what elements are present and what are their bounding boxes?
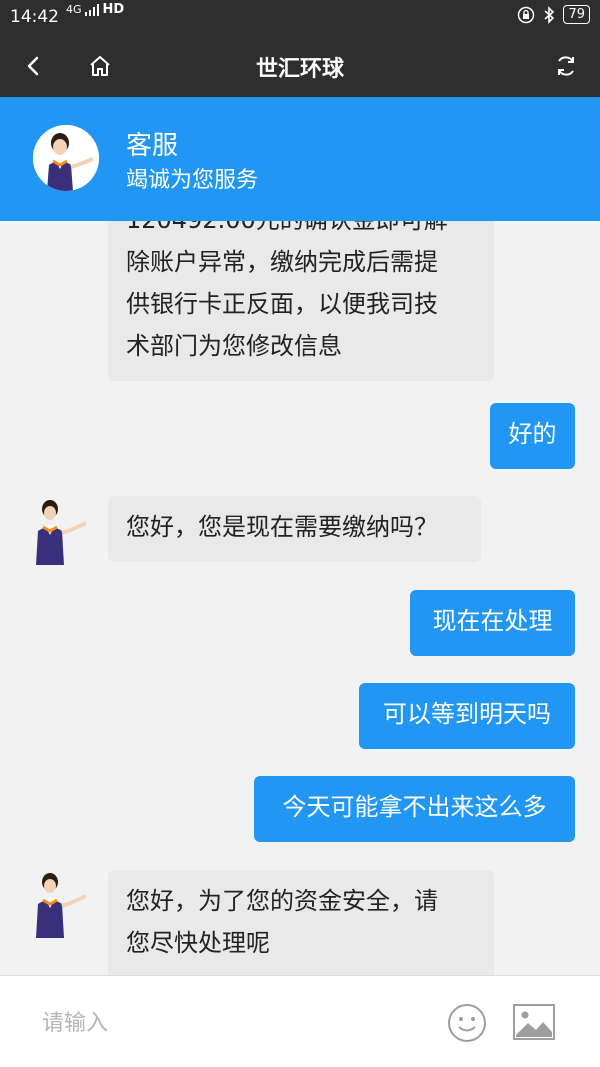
lock-icon [518,6,535,23]
message-text: 好的 [508,420,557,448]
signal-icon [85,4,100,16]
image-icon [513,1004,555,1040]
agent-avatar-image [36,873,87,938]
hd-indicator: HD [102,2,125,17]
message-text: 今天可能拿不出来这么多 [282,793,547,821]
message-line: 术部门为您修改信息 [126,332,342,360]
emoji-icon [448,1004,486,1042]
message-text: 现在在处理 [432,607,553,635]
message-incoming: 您好，为了您的资金安全，请 您尽快处理呢 [108,870,494,975]
message-incoming: 您好，您是现在需要缴纳吗？ [108,496,481,562]
bluetooth-icon [544,5,555,24]
agent-avatar-image [36,500,87,565]
message-outgoing: 可以等到明天吗 [359,683,575,749]
message-line: 120492.00元的确认金即可解 [126,221,476,241]
agent-avatar-small[interactable] [28,495,90,565]
message-outgoing: 今天可能拿不出来这么多 [254,776,575,842]
network-indicator: 4G HD [66,2,125,17]
status-time: 14:42 [10,7,59,27]
agent-name: 客服 [126,131,179,161]
message-outgoing: 现在在处理 [410,590,575,656]
status-bar: 14:42 4G HD 79 [0,0,600,34]
message-text: 可以等到明天吗 [383,700,551,728]
agent-avatar-small[interactable] [28,868,90,938]
message-line: 您尽快处理呢 [126,929,270,957]
emoji-button[interactable] [446,1002,488,1044]
message-line: 您好，为了您的资金安全，请 [126,887,438,915]
message-outgoing: 好的 [490,403,575,469]
refresh-icon [558,56,574,76]
input-bar [0,975,600,1067]
network-type: 4G [66,3,82,16]
agent-avatar[interactable] [33,125,99,191]
refresh-button[interactable] [550,50,582,82]
message-text: 您好，您是现在需要缴纳吗？ [126,513,438,541]
chat-area[interactable]: 120492.00元的确认金即可解 除账户异常，缴纳完成后需提 供银行卡正反面，… [0,221,600,975]
agent-avatar-image [33,125,99,191]
page-title: 世汇环球 [255,57,344,82]
title-bar: 世汇环球 [0,34,600,97]
status-icons-right: 79 [517,5,590,24]
battery-indicator: 79 [563,5,590,24]
message-incoming: 120492.00元的确认金即可解 除账户异常，缴纳完成后需提 供银行卡正反面，… [108,221,494,381]
message-input[interactable] [40,1004,424,1042]
agent-header: 客服 竭诚为您服务 [0,97,600,221]
image-button[interactable] [512,1002,556,1042]
message-line: 除账户异常，缴纳完成后需提 [126,248,438,276]
agent-subtitle: 竭诚为您服务 [126,168,259,193]
message-line: 供银行卡正反面，以便我司技 [126,290,438,318]
